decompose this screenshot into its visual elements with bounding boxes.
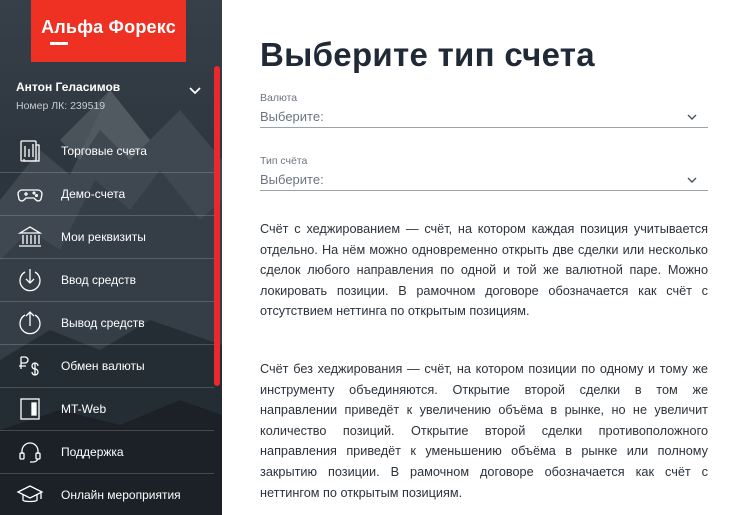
sidebar-item-support[interactable]: Поддержка (0, 431, 214, 474)
withdraw-arrow-icon (16, 309, 44, 337)
user-name: Антон Геласимов (16, 80, 121, 94)
netting-description: Счёт без хеджирования — счёт, на котором… (260, 362, 708, 500)
sidebar-item-label: Обмен валюты (61, 359, 145, 373)
headset-icon (16, 438, 44, 466)
main-content: Выберите тип счета Валюта Выберите: Тип … (260, 0, 710, 515)
currency-select[interactable]: Выберите: (260, 106, 708, 128)
gamepad-icon (16, 180, 44, 208)
sidebar-item-demo-accounts[interactable]: Демо-счета (0, 173, 214, 216)
mt-web-icon (16, 395, 44, 423)
sidebar-item-label: Вывод средств (61, 316, 145, 330)
sidebar-item-label: Демо-счета (61, 187, 126, 201)
account-type-select[interactable]: Выберите: (260, 169, 708, 191)
sidebar-item-label: Торговые счета (61, 144, 147, 158)
sidebar-item-withdraw[interactable]: Вывод средств (0, 302, 214, 345)
currency-field: Валюта Выберите: (260, 92, 708, 128)
currency-select-value: Выберите: (260, 109, 324, 124)
brand-logo-text: Альфа Форекс (41, 17, 176, 37)
brand-logo-underline (49, 42, 68, 45)
sidebar-item-label: Мои реквизиты (61, 230, 146, 244)
sidebar-item-trading-accounts[interactable]: Торговые счета (0, 130, 214, 173)
sidebar-item-online-events[interactable]: Онлайн мероприятия (0, 474, 214, 515)
sidebar-item-label: Ввод средств (61, 273, 136, 287)
brand-logo[interactable]: Альфа Форекс (31, 0, 186, 62)
chevron-down-icon (687, 114, 697, 120)
hedging-description: Счёт с хеджированием — счёт, на котором … (260, 222, 708, 319)
sidebar-item-my-requisites[interactable]: Мои реквизиты (0, 216, 214, 259)
page-title: Выберите тип счета (260, 36, 595, 73)
sidebar-item-mt-web[interactable]: MT-Web (0, 388, 214, 431)
sidebar-item-label: Онлайн мероприятия (61, 488, 181, 502)
chevron-down-icon (687, 177, 697, 183)
account-type-select-value: Выберите: (260, 172, 324, 187)
user-block: Антон Геласимов Номер ЛК: 239519 (16, 80, 120, 112)
sidebar-item-currency-exchange[interactable]: Обмен валюты (0, 345, 214, 388)
currency-label: Валюта (260, 92, 298, 104)
account-type-label: Тип счёта (260, 155, 308, 167)
user-account-number: Номер ЛК: 239519 (16, 100, 106, 112)
sidebar-item-label: Поддержка (61, 445, 124, 459)
bank-icon (16, 223, 44, 251)
sidebar: Альфа Форекс Антон Геласимов Номер ЛК: 2… (0, 0, 222, 515)
currency-exchange-icon (16, 352, 44, 380)
deposit-arrow-icon (16, 266, 44, 294)
trading-accounts-icon (16, 137, 44, 165)
sidebar-menu: Торговые счета Демо-счета Мои реквизиты … (0, 130, 214, 515)
chevron-down-icon[interactable] (187, 83, 203, 99)
sidebar-scrollbar[interactable] (214, 66, 220, 386)
sidebar-item-deposit[interactable]: Ввод средств (0, 259, 214, 302)
account-type-field: Тип счёта Выберите: (260, 155, 708, 191)
sidebar-item-label: MT-Web (61, 402, 107, 416)
graduation-cap-icon (16, 481, 44, 509)
